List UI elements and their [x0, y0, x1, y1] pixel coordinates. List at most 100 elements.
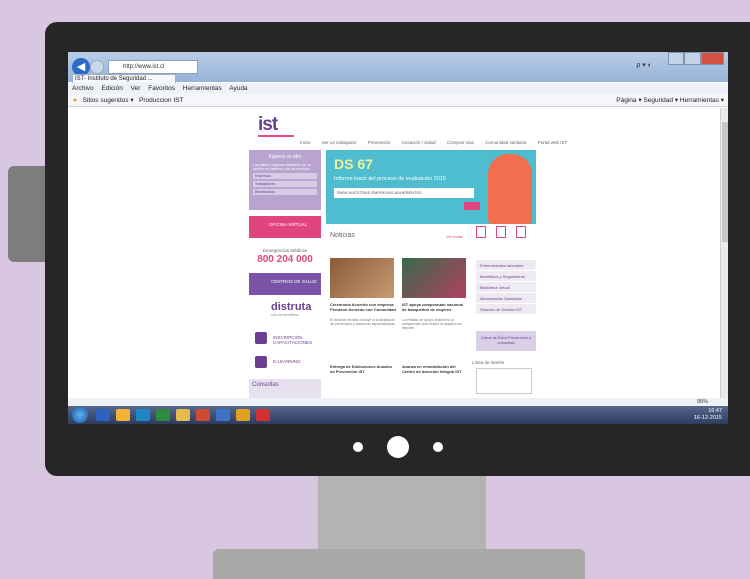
calendar-icon[interactable]: [476, 226, 486, 238]
distruta-text: distruta: [271, 301, 312, 313]
site-nav: Inicio Ser un trabajador Prevención Cesa…: [300, 140, 577, 145]
distruta-sub: club de beneficios: [271, 313, 300, 317]
tray-time: 16:47: [708, 408, 722, 414]
news-text: El acuerdo firmado incluye la contrataci…: [330, 318, 396, 326]
fav-sitios[interactable]: Sitios sugeridos ▾: [83, 97, 134, 104]
banner-button[interactable]: [464, 202, 480, 210]
capacitaciones-link[interactable]: INSCRIPCIÓN CAPACITACIONES: [249, 329, 321, 349]
news-text: La entidad de apoyo financiero al campeo…: [402, 318, 462, 330]
app-icon[interactable]: [256, 409, 270, 421]
address-icons[interactable]: ρ ▾ ◐: [636, 61, 652, 69]
word-icon[interactable]: [216, 409, 230, 421]
login-beneficiarios[interactable]: Beneficiarios: [253, 189, 317, 195]
quick-icons: [476, 226, 526, 238]
login-box: Ingreso al sitio Los datos a ingresar de…: [249, 150, 321, 210]
site-nav-item[interactable]: Cesación / Salud: [402, 140, 436, 145]
right-links: Enfermedades laborales Beneficios y Segu…: [476, 260, 536, 315]
phone-number[interactable]: 800 204 000: [249, 254, 321, 265]
tray-date: 16-12-2015: [693, 415, 722, 421]
screen: ◀ http://www.ist.cl ρ ▾ ◐ IST- Instituto…: [68, 52, 728, 424]
monitor-stand-base: [213, 549, 585, 579]
close-button[interactable]: [700, 52, 724, 65]
vertical-scrollbar[interactable]: [720, 108, 728, 398]
menu-herramientas[interactable]: Herramientas: [183, 85, 222, 92]
banner-strip: PARA NUESTRAS EMPRESAS ADHERENTES: [334, 188, 474, 198]
right-link[interactable]: Beneficios y Seguimiento: [476, 271, 536, 282]
centros-salud-button[interactable]: CENTROS DE SALUD: [249, 273, 321, 295]
menu-bar: Archivo Edición Ver Favoritos Herramient…: [68, 83, 728, 94]
ie-icon[interactable]: [96, 409, 110, 421]
right-link[interactable]: Enfermedades laborales: [476, 260, 536, 271]
linea-box[interactable]: [476, 368, 532, 394]
left-column: Ingreso al sitio Los datos a ingresar de…: [249, 150, 321, 398]
banner-subtitle: Informe inicio del proceso de evaluación…: [334, 176, 446, 182]
site-nav-item[interactable]: Inicio: [300, 140, 311, 145]
start-button[interactable]: [72, 407, 88, 423]
maximize-button[interactable]: [684, 52, 701, 65]
site-nav-item[interactable]: Comunidad sanitaria: [485, 140, 526, 145]
site-nav-item[interactable]: Comprar vías: [447, 140, 474, 145]
menu-ver[interactable]: Ver: [131, 85, 141, 92]
excel-icon[interactable]: [156, 409, 170, 421]
news-heading: Noticias: [330, 232, 355, 239]
linea-label: Línea de interés: [472, 360, 505, 365]
canal-etica[interactable]: Canal de Ética Prevención y consultas: [476, 331, 536, 351]
chrome-icon[interactable]: [236, 409, 250, 421]
news-title[interactable]: Ceremonia Acuerdo con empresa Firmaron A…: [330, 302, 396, 312]
chat-icon[interactable]: [516, 226, 526, 238]
browser-titlebar: ◀ http://www.ist.cl ρ ▾ ◐ IST- Instituto…: [68, 52, 728, 84]
folder-icon[interactable]: [116, 409, 130, 421]
news-title[interactable]: IST apoya campeonato nacional de básquet…: [402, 302, 468, 312]
monitor-stand-neck: [318, 476, 486, 554]
consultas-box[interactable]: Consultas: [249, 379, 321, 398]
menu-ayuda[interactable]: Ayuda: [229, 85, 247, 92]
login-empresas[interactable]: Empresas: [253, 173, 317, 179]
distruta-logo[interactable]: distruta club de beneficios: [249, 301, 321, 325]
site-logo[interactable]: ist: [258, 114, 278, 136]
carousel-dot[interactable]: [352, 442, 363, 452]
ver-todas-link[interactable]: Ver todas: [446, 234, 463, 239]
phone-label: Emergencias Médicas: [262, 248, 308, 253]
favorites-star-icon[interactable]: ★: [72, 97, 78, 104]
scroll-thumb[interactable]: [722, 122, 728, 242]
news-image[interactable]: [402, 258, 466, 298]
carousel-dot[interactable]: [432, 442, 443, 452]
menu-favoritos[interactable]: Favoritos: [148, 85, 175, 92]
taskbar: 16:47 16-12-2015: [68, 406, 728, 424]
hero-banner[interactable]: DS 67 Informe inicio del proceso de eval…: [326, 150, 536, 224]
system-tray[interactable]: 16:47 16-12-2015: [694, 408, 722, 422]
right-link[interactable]: Biblioteca Virtual: [476, 282, 536, 293]
fav-produccion[interactable]: Produccion IST: [139, 97, 183, 104]
address-bar[interactable]: http://www.ist.cl: [108, 60, 198, 74]
status-bar: 95%: [68, 398, 728, 406]
document-icon[interactable]: [496, 226, 506, 238]
elearning-link[interactable]: E-LEARNING: [249, 353, 321, 373]
site-nav-item[interactable]: Ser un trabajador: [322, 140, 357, 145]
news-title[interactable]: Avanza en remodelación del Centro de Ate…: [402, 364, 468, 374]
banner-title: DS 67: [334, 156, 373, 172]
menu-edicion[interactable]: Edición: [102, 85, 123, 92]
minimize-button[interactable]: [668, 52, 685, 65]
command-bar[interactable]: Página ▾ Seguridad ▾ Herramientas ▾: [616, 94, 724, 107]
web-content: ist Inicio Ser un trabajador Prevención …: [68, 108, 720, 398]
logo-underline: [258, 135, 294, 137]
mail-icon[interactable]: [176, 409, 190, 421]
site-nav-item[interactable]: Prevención: [368, 140, 391, 145]
pointer-connector-line: [535, 268, 581, 270]
carousel-dot-active[interactable]: [386, 436, 409, 458]
login-trabajadores[interactable]: Trabajadores: [253, 181, 317, 187]
powerpoint-icon[interactable]: [196, 409, 210, 421]
media-icon[interactable]: [136, 409, 150, 421]
menu-archivo[interactable]: Archivo: [72, 85, 94, 92]
forward-arrow-icon[interactable]: [90, 60, 104, 74]
login-text: Los datos a ingresar dependen de su perf…: [253, 163, 311, 171]
right-link[interactable]: Alimentación Saludable: [476, 293, 536, 304]
right-link[interactable]: Sistema de Gestión IST: [476, 304, 536, 315]
carousel-dots: [45, 432, 750, 462]
news-image[interactable]: [330, 258, 394, 298]
oficina-virtual-button[interactable]: OFICINA VIRTUAL: [249, 216, 321, 238]
window-controls: [668, 52, 724, 66]
login-title: Ingreso al sitio: [268, 154, 302, 160]
news-title[interactable]: Entrega de Distinciones Anuales de Preve…: [330, 364, 396, 374]
site-nav-item[interactable]: Portal web IST: [538, 140, 568, 145]
